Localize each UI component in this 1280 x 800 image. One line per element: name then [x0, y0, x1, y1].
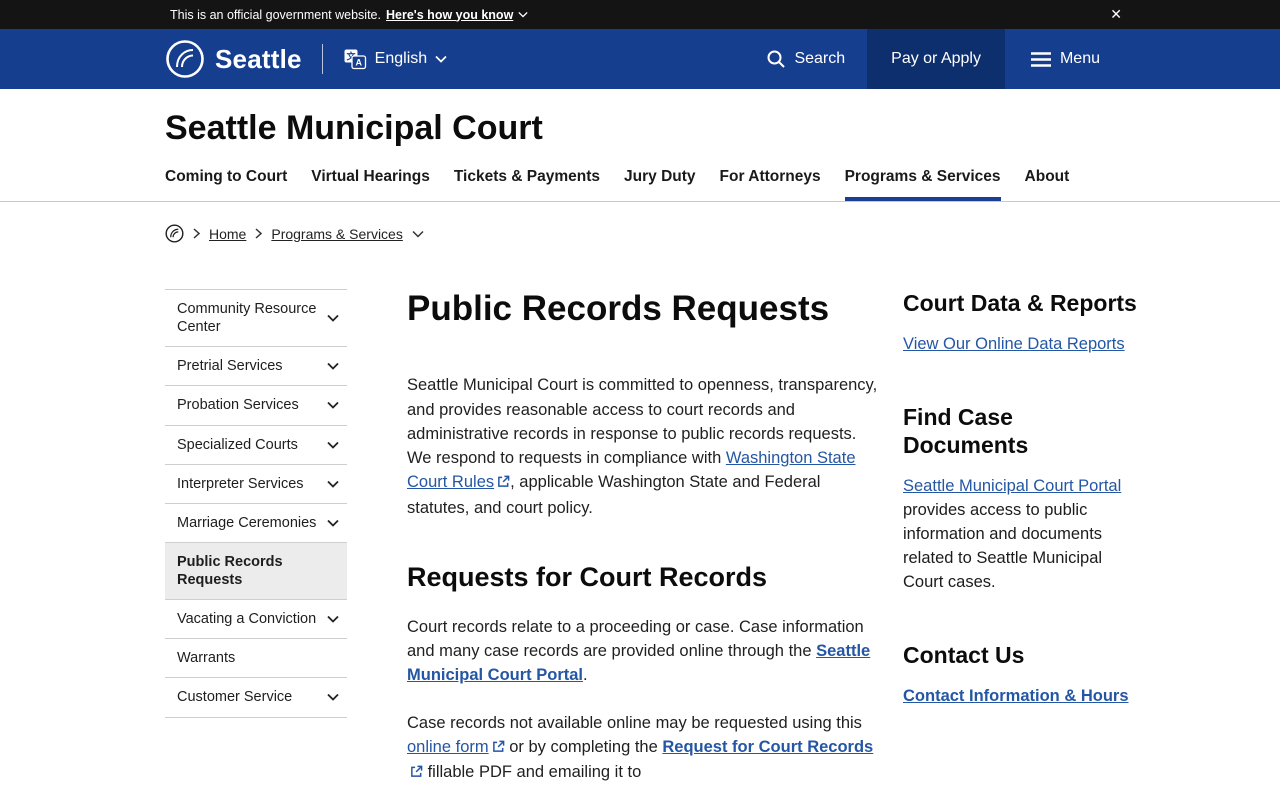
chevron-down-icon: [327, 441, 339, 449]
main-navigation: Coming to Court Virtual Hearings Tickets…: [0, 168, 1280, 202]
contact-us-section: Contact Us Contact Information & Hours: [903, 641, 1143, 709]
chevron-down-icon: [435, 55, 447, 63]
section-sidebar: Community Resource Center Pretrial Servi…: [165, 289, 347, 718]
sidebar-item-pretrial-services[interactable]: Pretrial Services: [165, 346, 347, 385]
chevron-down-icon: [327, 694, 339, 702]
nav-jury-duty[interactable]: Jury Duty: [624, 168, 696, 201]
language-label: English: [374, 50, 428, 67]
chevron-down-icon: [327, 402, 339, 410]
chevron-down-icon: [327, 314, 339, 322]
sidebar-item-community-resource-center[interactable]: Community Resource Center: [165, 289, 347, 346]
online-data-reports-link[interactable]: View Our Online Data Reports: [903, 335, 1125, 353]
chevron-down-icon: [327, 616, 339, 623]
pay-or-apply-button[interactable]: Pay or Apply: [867, 29, 1005, 89]
sidebar-item-vacating-a-conviction[interactable]: Vacating a Conviction: [165, 599, 347, 638]
sidebar-item-interpreter-services[interactable]: Interpreter Services: [165, 463, 347, 503]
nav-virtual-hearings[interactable]: Virtual Hearings: [311, 168, 430, 201]
article: Public Records Requests Seattle Municipa…: [407, 289, 880, 800]
intro-paragraph: Seattle Municipal Court is committed to …: [407, 373, 880, 520]
sidebar-item-label: Community Resource Center: [177, 301, 317, 336]
rail-heading: Contact Us: [903, 641, 1025, 668]
body-text: or by completing the: [504, 737, 663, 756]
menu-label: Menu: [1059, 50, 1100, 67]
body-text: Court records relate to a proceeding or …: [407, 617, 864, 660]
sidebar-item-public-records-requests[interactable]: Public Records Requests: [165, 541, 347, 600]
site-header: Seattle 文A English Search Pay or Apply M…: [0, 29, 1280, 89]
sidebar-item-customer-service[interactable]: Customer Service: [165, 677, 347, 716]
nav-coming-to-court[interactable]: Coming to Court: [165, 168, 287, 201]
sidebar-item-label: Interpreter Services: [177, 475, 304, 492]
header-divider: [321, 44, 323, 74]
sidebar-item-label: Warrants: [177, 650, 236, 667]
content-area: Community Resource Center Pretrial Servi…: [0, 289, 1280, 800]
request-court-records-link[interactable]: Request for Court Records: [662, 738, 873, 756]
rail-text: provides access to public information an…: [903, 500, 1103, 591]
gov-banner-text: This is an official government website.: [170, 7, 381, 22]
smc-portal-rail-link[interactable]: Seattle Municipal Court Portal: [903, 477, 1121, 495]
search-icon: [767, 50, 786, 68]
body-text: Case records not available online may be…: [407, 713, 862, 732]
breadcrumb-home-link[interactable]: Home: [209, 226, 246, 242]
court-data-reports-section: Court Data & Reports View Our Online Dat…: [903, 289, 1143, 357]
body-paragraph: Court records relate to a proceeding or …: [407, 615, 880, 688]
seattle-seal-icon: [165, 39, 205, 79]
site-title: Seattle Municipal Court: [165, 109, 543, 147]
section-heading: Requests for Court Records: [407, 561, 768, 592]
sidebar-item-specialized-courts[interactable]: Specialized Courts: [165, 424, 347, 464]
sidebar-item-probation-services[interactable]: Probation Services: [165, 385, 347, 424]
external-link-icon: [497, 471, 510, 495]
rail-paragraph: Seattle Municipal Court Portal provides …: [903, 475, 1143, 595]
how-you-know-link[interactable]: Here's how you know: [386, 8, 513, 22]
sidebar-item-warrants[interactable]: Warrants: [165, 638, 347, 677]
right-rail: Court Data & Reports View Our Online Dat…: [903, 289, 1143, 755]
sidebar-item-label: Marriage Ceremonies: [177, 514, 317, 531]
search-label: Search: [794, 50, 846, 67]
sidebar-item-label: Probation Services: [177, 397, 299, 414]
language-selector[interactable]: 文A English: [343, 47, 447, 71]
sidebar-item-marriage-ceremonies[interactable]: Marriage Ceremonies: [165, 502, 347, 542]
nav-for-attorneys[interactable]: For Attorneys: [720, 168, 821, 201]
sidebar-item-label: Customer Service: [177, 689, 293, 706]
sidebar-item-label: Specialized Courts: [177, 436, 298, 453]
chevron-down-icon: [518, 11, 528, 18]
chevron-down-icon: [327, 480, 339, 488]
body-text: fillable PDF and emailing it to: [423, 763, 642, 781]
body-paragraph: Case records not available online may be…: [407, 711, 880, 786]
chevron-down-icon: [327, 519, 339, 527]
site-title-row: Seattle Municipal Court: [0, 89, 1280, 148]
search-button[interactable]: Search: [766, 49, 845, 69]
gov-banner: This is an official government website. …: [0, 0, 1280, 29]
breadcrumb-seal-icon[interactable]: [165, 224, 184, 243]
rail-heading: Find Case Documents: [903, 403, 1029, 459]
city-wordmark: Seattle: [215, 43, 302, 74]
body-text: .: [583, 666, 588, 685]
chevron-down-icon: [327, 363, 339, 371]
nav-programs-services[interactable]: Programs & Services: [844, 168, 1001, 201]
hamburger-icon: [1030, 51, 1051, 67]
rail-heading: Court Data & Reports: [903, 290, 1137, 316]
seattle-home-link[interactable]: Seattle: [165, 39, 302, 79]
sidebar-item-label: Vacating a Conviction: [177, 611, 317, 628]
nav-tickets-payments[interactable]: Tickets & Payments: [454, 168, 600, 201]
external-link-icon: [492, 736, 505, 760]
nav-about[interactable]: About: [1025, 168, 1070, 201]
chevron-right-icon: [193, 228, 200, 239]
chevron-right-icon: [255, 228, 263, 239]
contact-info-hours-link[interactable]: Contact Information & Hours: [903, 687, 1129, 705]
close-icon[interactable]: ✕: [1110, 0, 1122, 29]
breadcrumb-current-link[interactable]: Programs & Services: [271, 226, 402, 242]
sidebar-item-label: Public Records Requests: [177, 553, 283, 588]
svg-text:A: A: [355, 58, 362, 68]
breadcrumb: Home Programs & Services: [0, 202, 1280, 243]
sidebar-item-label: Pretrial Services: [177, 358, 283, 375]
menu-button[interactable]: Menu: [1030, 50, 1100, 68]
online-form-link[interactable]: online form: [407, 738, 489, 756]
translate-icon: 文A: [344, 49, 366, 70]
external-link-icon: [410, 761, 423, 785]
find-case-documents-section: Find Case Documents Seattle Municipal Co…: [903, 403, 1143, 595]
chevron-down-icon[interactable]: [412, 230, 424, 238]
page-title: Public Records Requests: [407, 289, 830, 328]
